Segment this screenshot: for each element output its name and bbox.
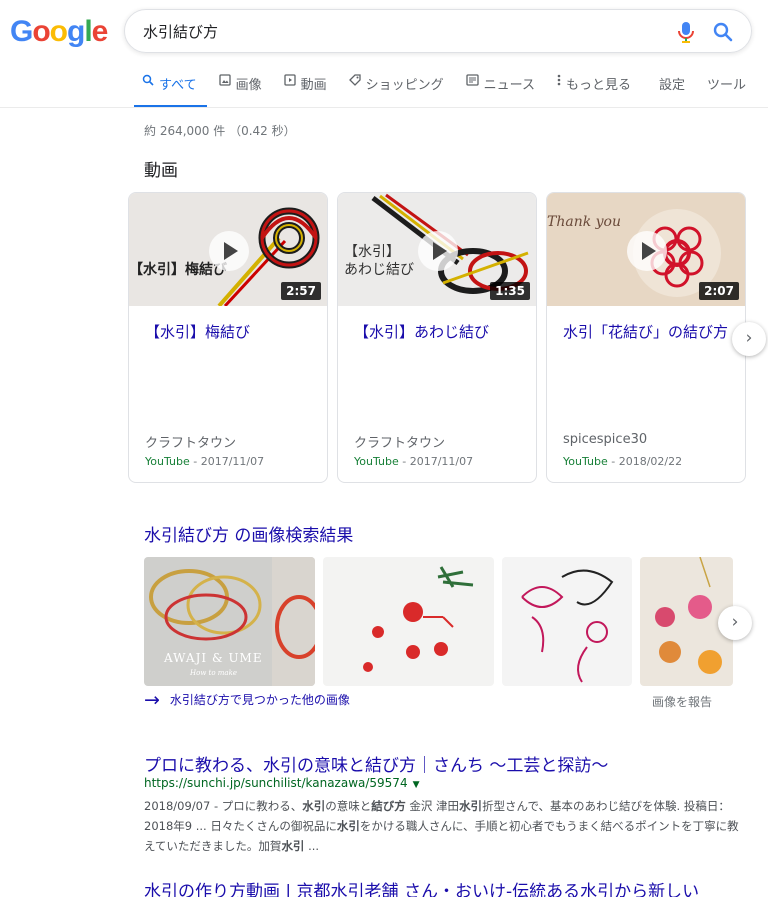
tab-label: すべて [159,78,197,93]
video-meta: YouTube - 2017/11/07 [354,455,473,468]
tag-icon [348,74,361,89]
video-title-link[interactable]: 水引「花結び」の結び方 [563,321,733,343]
report-images-link[interactable]: 画像を報告 [652,693,712,710]
video-channel: spicespice30 [563,432,648,447]
logo-letter: g [67,15,85,48]
search-icon[interactable] [711,20,735,44]
tab-all[interactable]: すべて [134,74,207,108]
video-meta: YouTube - 2017/11/07 [145,455,264,468]
tab-images[interactable]: 画像 [218,74,262,108]
tab-label: ニュース [483,78,535,93]
video-card[interactable]: 【水引】 あわじ結び 1:35 【水引】あわじ結び クラフトタウン YouTub… [337,192,537,483]
tab-settings[interactable]: 設定 [659,74,685,108]
google-logo[interactable]: Google [10,15,109,49]
tab-tools[interactable]: ツール [707,74,746,108]
search-input[interactable] [143,22,643,40]
tab-label: ショッピング [365,78,444,93]
video-source: YouTube [563,455,608,468]
snippet-keyword: 水引 [459,799,483,813]
video-date: - 2017/11/07 [398,455,474,468]
image-subcaption: How to make [190,669,237,677]
image-icon [218,74,231,89]
result-url[interactable]: https://sunchi.jp/sunchilist/kanazawa/59… [144,776,420,790]
logo-letter: l [84,15,92,48]
video-card[interactable]: 【水引】梅結び 2:57 【水引】梅結び クラフトタウン YouTube - 2… [128,192,328,483]
logo-letter: e [91,15,109,48]
video-card[interactable]: Thank you 2:07 水引「花結び」の結び方 spicespice30 … [546,192,746,483]
image-caption: AWAJI & UME [164,651,263,665]
video-thumbnail[interactable]: Thank you 2:07 [547,193,745,306]
thumbnail-caption: 【水引】 あわじ結び [344,244,414,278]
result-url-text: https://sunchi.jp/sunchilist/kanazawa/59… [144,776,408,790]
snippet-keyword: 水引 [302,799,326,813]
play-icon[interactable] [418,231,458,271]
tab-label: もっと見る [565,78,631,93]
search-icon [142,74,154,89]
snippet-text: 2018/09/07 - プロに教わる、 [144,799,303,813]
dropdown-arrow-icon[interactable]: ▼ [413,780,420,790]
tab-label: 設定 [659,78,686,93]
chevron-right-icon: › [731,612,739,632]
logo-letter: o [49,15,68,48]
video-channel: クラフトタウン [354,436,446,451]
news-icon [465,74,479,89]
microphone-icon[interactable] [675,20,697,44]
snippet-keyword: 結び方 [371,799,406,813]
more-images-label: 水引結び方で見つかった他の画像 [169,693,350,707]
tab-shopping[interactable]: ショッピング [348,74,444,108]
tab-more[interactable]: もっと見る [557,74,631,108]
video-channel: クラフトタウン [145,436,237,451]
tab-label: ツール [707,78,747,93]
video-icon [283,74,296,89]
video-meta: YouTube - 2018/02/22 [563,455,682,468]
tab-label: 動画 [300,78,327,93]
result-snippet: 2018/09/07 - プロに教わる、水引の意味と結び方 金沢 津田水引折型さ… [144,796,744,856]
more-vert-icon [557,74,561,89]
result-stats: 約 264,000 件 （0.42 秒） [144,124,296,138]
video-thumbnail[interactable]: 【水引】梅結び 2:57 [129,193,327,306]
video-title-link[interactable]: 【水引】あわじ結び [354,321,524,343]
logo-letter: o [32,15,50,48]
chevron-right-icon: › [745,328,753,348]
snippet-keyword: 水引 [336,819,360,833]
result-title-link[interactable]: 水引の作り方動画 | 京都水引老舗 さん・おいけ-伝統ある水引から新しい [144,877,699,897]
images-next-button[interactable]: › [718,606,752,640]
result-title-link[interactable]: プロに教わる、水引の意味と結び方｜さんち 〜工芸と探訪〜 [144,751,608,776]
image-result[interactable]: AWAJI & UME How to make [144,557,315,686]
snippet-text: ... [304,839,320,853]
tab-news[interactable]: ニュース [465,74,535,108]
snippet-keyword: 水引 [281,839,305,853]
tab-videos[interactable]: 動画 [283,74,327,108]
video-duration: 2:57 [281,282,321,300]
images-section-title[interactable]: 水引結び方 の画像検索結果 [144,521,353,546]
more-images-link[interactable]: → 水引結び方で見つかった他の画像 [144,688,350,711]
arrow-right-icon: → [144,688,160,711]
video-thumbnail[interactable]: 【水引】 あわじ結び 1:35 [338,193,536,306]
snippet-text: の意味と [325,799,372,813]
search-box [124,9,752,53]
tab-label: 画像 [235,78,262,93]
video-date: - 2017/11/07 [189,455,265,468]
video-source: YouTube [354,455,399,468]
play-icon[interactable] [209,231,249,271]
video-source: YouTube [145,455,190,468]
video-duration: 2:07 [699,282,739,300]
snippet-text: 金沢 津田 [405,799,460,813]
logo-letter: G [10,15,33,48]
play-icon[interactable] [627,231,667,271]
thumbnail-caption: 【水引】梅結び [129,262,227,278]
videos-section-title: 動画 [144,161,178,181]
videos-next-button[interactable]: › [732,322,766,356]
video-date: - 2018/02/22 [607,455,683,468]
image-result[interactable] [323,557,494,686]
thumbnail-caption: Thank you [547,214,622,230]
tabs-divider [0,107,768,108]
video-title-link[interactable]: 【水引】梅結び [145,321,315,343]
search-tabs: すべて 画像 動画 ショッピング ニュース もっと見る 設定 ツール [134,74,768,108]
image-result[interactable] [502,557,632,686]
video-duration: 1:35 [490,282,530,300]
